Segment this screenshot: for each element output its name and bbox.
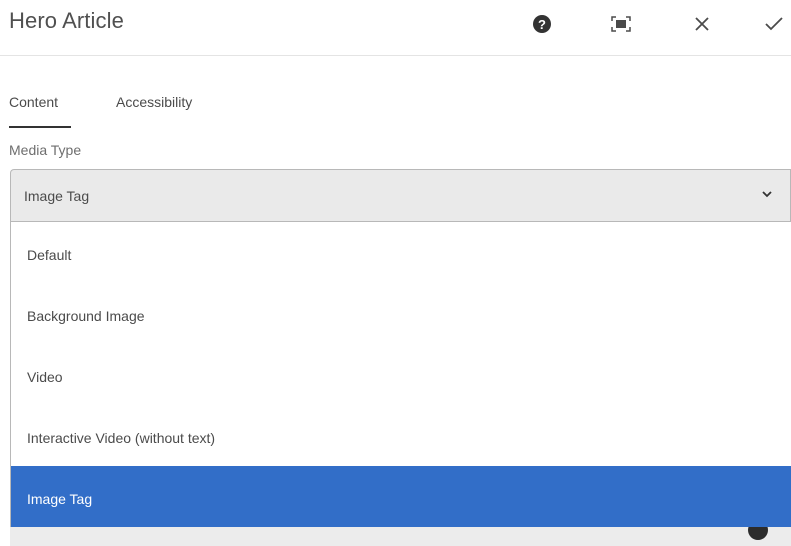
option-video[interactable]: Video	[11, 344, 791, 405]
fullscreen-icon	[611, 16, 631, 32]
option-label: Background Image	[27, 308, 145, 324]
tab-accessibility[interactable]: Accessibility	[116, 94, 192, 110]
option-label: Image Tag	[27, 491, 93, 507]
option-image-tag[interactable]: Image Tag	[11, 466, 791, 527]
option-label: Default	[27, 247, 72, 263]
chevron-down-icon	[762, 191, 772, 198]
help-button[interactable]: ?	[528, 10, 556, 38]
media-type-label: Media Type	[9, 142, 82, 158]
option-default[interactable]: Default	[11, 222, 791, 283]
option-label: Interactive Video (without text)	[27, 430, 216, 446]
media-type-options: Default Background Image Video Interacti…	[10, 221, 791, 527]
fullscreen-button[interactable]	[607, 10, 635, 38]
close-button[interactable]	[688, 10, 716, 38]
help-icon: ?	[533, 15, 551, 33]
close-icon	[695, 17, 709, 31]
option-interactive-video[interactable]: Interactive Video (without text)	[11, 405, 791, 466]
checkmark-icon	[765, 17, 783, 31]
dialog-header: Hero Article ?	[0, 0, 791, 56]
tab-content[interactable]: Content	[9, 94, 58, 110]
dialog-title: Hero Article	[9, 8, 124, 33]
active-tab-indicator	[9, 126, 71, 128]
background-field	[10, 527, 791, 546]
option-label: Video	[27, 369, 63, 385]
svg-text:?: ?	[538, 17, 546, 32]
done-button[interactable]	[760, 10, 788, 38]
media-type-selected-value: Image Tag	[24, 188, 90, 204]
option-background-image[interactable]: Background Image	[11, 283, 791, 344]
media-type-select[interactable]: Image Tag	[10, 169, 791, 221]
